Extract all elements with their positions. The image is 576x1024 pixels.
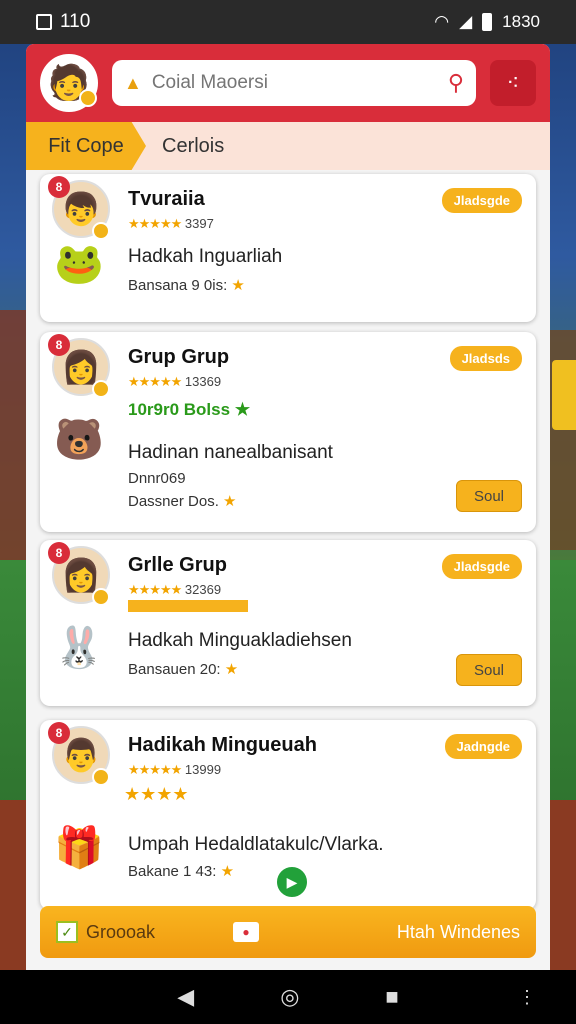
back-icon[interactable]: ◀: [177, 984, 194, 1010]
stadium-tower-left: [0, 310, 26, 570]
card-icon[interactable]: ●: [233, 922, 260, 942]
list-item[interactable]: 👩 8 Grup Grup ★★★★★ 13369 Jladsds 10r9r0…: [40, 332, 536, 532]
app-window: 🧑 ▲ ⚲ ⁖ Fit Cope Cerlois 👦 8 Tvuraiia ★★…: [26, 44, 550, 970]
home-icon[interactable]: ◎: [280, 984, 299, 1010]
tab-cerlois[interactable]: Cerlois: [146, 122, 224, 170]
rank-badge: 8: [48, 542, 70, 564]
group-name: Tvuraiia: [128, 188, 205, 210]
stars-icon: ★★★★★: [128, 582, 182, 597]
warning-icon: ▲: [124, 72, 142, 93]
list-item[interactable]: 👦 8 Tvuraiia ★★★★★ 3397 Jladsgde 🐸 Hadka…: [40, 174, 536, 322]
bottom-action-bar: ✓ Groooak ● Htah Windenes: [40, 906, 536, 958]
status-time: 110: [60, 11, 91, 32]
play-button[interactable]: ▶: [274, 864, 310, 900]
group-name: Hadikah Mingueuah: [128, 734, 317, 756]
progress-bar: [128, 600, 248, 612]
rank-badge: 8: [48, 722, 70, 744]
coin-icon: [92, 380, 110, 398]
stars-icon: ★★★★★: [128, 762, 182, 777]
coin-icon: [92, 588, 110, 606]
status-bar: 110 ◠ ◢ 1830: [0, 0, 576, 44]
stars-icon: ★★★★★: [128, 216, 182, 231]
system-nav-bar: ◀ ◎ ■ ⋮: [0, 970, 576, 1024]
top-bar: 🧑 ▲ ⚲ ⁖: [26, 44, 550, 122]
star-icon: ★: [231, 277, 245, 294]
signal-icon: ◢: [459, 12, 473, 31]
rank-badge: 8: [48, 176, 70, 198]
more-icon[interactable]: ⋮: [518, 987, 536, 1008]
item-title: Hadkah Minguakladiehsen: [128, 630, 352, 651]
bottom-right-label[interactable]: Htah Windenes: [397, 922, 520, 943]
item-subtitle: Bansana 9 0is: ★: [128, 277, 245, 294]
coin-icon: [92, 222, 110, 240]
star-icon: ★: [234, 400, 251, 419]
item-subtitle-2: Dassner Dos. ★: [128, 493, 237, 510]
mascot-icon: 🐰: [54, 626, 104, 670]
star-icon: ★: [224, 661, 239, 678]
stars-icon: ★★★★★: [128, 374, 182, 389]
status-badge[interactable]: Jladsgde: [441, 554, 522, 579]
item-title: Umpah Hedaldlatakulc/Vlarka.: [128, 834, 384, 855]
dots-icon: ⁖: [506, 70, 520, 95]
check-icon[interactable]: ✓: [56, 921, 78, 943]
group-name: Grlle Grup: [128, 554, 227, 576]
item-title: Hadinan nanealbanisant: [128, 442, 333, 463]
tab-fit-cope[interactable]: Fit Cope: [26, 122, 146, 170]
rating: ★★★★★ 32369: [128, 582, 222, 597]
group-name: Grup Grup: [128, 346, 230, 368]
profile-avatar[interactable]: 🧑: [40, 54, 98, 112]
list-item[interactable]: 👩 8 Grlle Grup ★★★★★ 32369 Jladsgde 🐰 Ha…: [40, 540, 536, 706]
coin-icon: [92, 768, 110, 786]
search-icon[interactable]: ⚲: [448, 70, 464, 96]
menu-button[interactable]: ⁖: [490, 60, 536, 106]
item-subtitle: Bansauen 20: ★: [128, 661, 239, 678]
rating: ★★★★★ 3397: [128, 216, 214, 231]
rank-badge: 8: [48, 334, 70, 356]
battery-icon: [482, 13, 493, 31]
coin-icon: [79, 89, 97, 107]
bottom-left-label[interactable]: Groooak: [86, 922, 155, 943]
green-text: 10r9r0 Bolss ★: [128, 400, 251, 419]
tab-bar: Fit Cope Cerlois: [26, 122, 550, 170]
mascot-icon: 🐸: [54, 242, 104, 286]
screenshot-icon: [36, 14, 52, 30]
item-title: Hadkah Inguarliah: [128, 246, 283, 267]
gold-decoration: [552, 360, 576, 430]
star-icon: ★: [223, 493, 237, 510]
wifi-icon: ◠: [434, 12, 450, 31]
mascot-icon: 🐻: [54, 418, 104, 462]
status-clock: 1830: [502, 12, 540, 31]
play-icon: ▶: [286, 873, 298, 890]
search-bar[interactable]: ▲ ⚲: [112, 60, 476, 106]
stars-icon: ★★★★: [124, 784, 189, 804]
rating: ★★★★★ 13369: [128, 374, 222, 389]
rating: ★★★★★ 13999: [128, 762, 222, 777]
mascot-icon: 🎁: [54, 826, 104, 870]
soul-button[interactable]: Soul: [456, 480, 522, 512]
status-badge[interactable]: Jladsds: [449, 346, 522, 371]
item-subtitle: Dnnr069: [128, 470, 186, 487]
search-input[interactable]: [151, 72, 438, 94]
star-icon: ★: [220, 863, 235, 880]
item-subtitle: Bakane 1 43: ★: [128, 863, 235, 880]
status-badge[interactable]: Jladsgde: [441, 188, 522, 213]
soul-button[interactable]: Soul: [456, 654, 522, 686]
status-badge[interactable]: Jadngde: [444, 734, 522, 759]
recents-icon[interactable]: ■: [385, 984, 398, 1010]
